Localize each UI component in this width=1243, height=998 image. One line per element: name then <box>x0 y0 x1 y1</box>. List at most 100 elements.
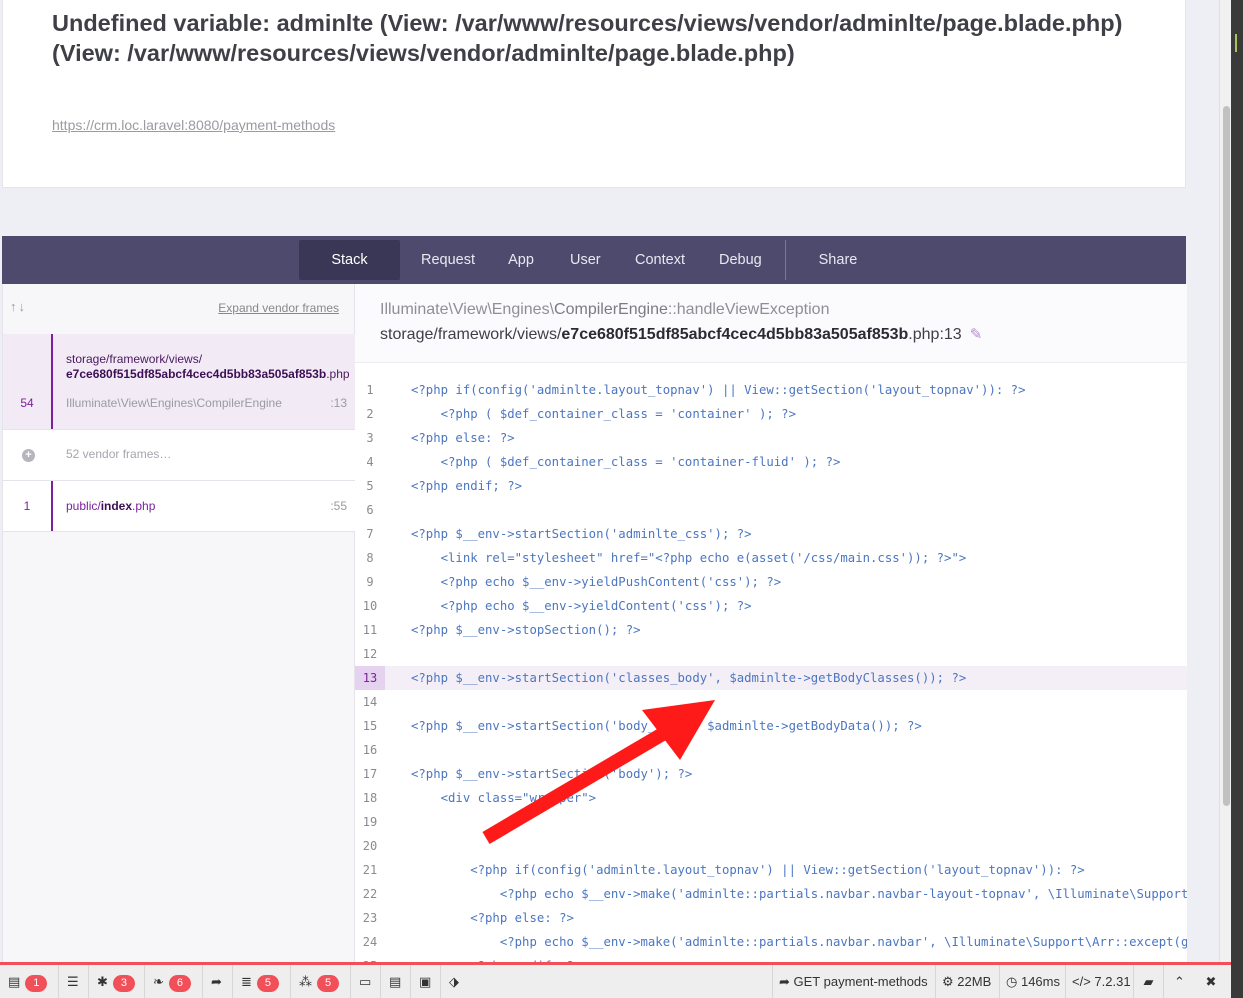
badge: 3 <box>112 975 136 992</box>
stack-frames-sidebar: ↑↓ Expand vendor frames 54 storage/frame… <box>3 284 355 964</box>
code-text: <?php echo $__env->yieldContent('css'); … <box>411 599 752 613</box>
expand-vendor-frames-link[interactable]: Expand vendor frames <box>218 301 339 315</box>
frame-path: storage/framework/views/ e7ce680f515df85… <box>66 352 350 382</box>
code-text: <?php echo $__env->make('adminlte::parti… <box>411 887 1187 901</box>
scrollbar-thumb[interactable] <box>1223 106 1230 806</box>
code-text: <?php endif; ?> <box>411 479 523 493</box>
code-text: <link rel="stylesheet" href="<?php echo … <box>411 551 967 565</box>
frame-path: public/index.php <box>66 499 155 514</box>
class-name: CompilerEngine <box>554 301 668 318</box>
debugbar-memory[interactable]: ⚙ 22MB <box>935 965 997 998</box>
code-viewer: 1 <?php if(config('adminlte.layout_topnav… <box>355 364 1187 964</box>
debugbar-time[interactable]: ◷ 146ms <box>999 965 1066 998</box>
code-line: 18 <div class="wrapper"> <box>355 786 1187 810</box>
debugbar-models[interactable]: ⁂ 5 <box>291 965 351 998</box>
code-line: 15 <?php $__env->startSection('body_data'… <box>355 714 1187 738</box>
route-text: GET payment-methods <box>793 974 928 989</box>
line-number: 13 <box>355 666 385 690</box>
debugbar-views[interactable]: ❧ 6 <box>145 965 203 998</box>
close-icon: ✖ <box>1205 974 1217 989</box>
tab-stack-trace[interactable]: Stack trace <box>299 240 400 308</box>
vendor-frames-label: 52 vendor frames… <box>66 447 172 461</box>
chevron-up-icon: ⌃ <box>1174 974 1185 989</box>
frame-path-file: e7ce680f515df85abcf4cec4d5bb83a505af853b <box>66 367 327 381</box>
stack-frame[interactable]: 1 public/index.php :55 <box>3 481 355 532</box>
debugbar-route[interactable]: ➦ <box>203 965 233 998</box>
tab-share[interactable]: Share➦ <box>793 240 883 308</box>
code-text: <?php if(config('adminlte.layout_topnav'… <box>411 863 1085 877</box>
line-number: 5 <box>366 479 374 493</box>
debugbar-session[interactable]: ▣ <box>411 965 441 998</box>
clock-icon: ◷ <box>1006 974 1021 989</box>
debugbar-queries[interactable]: ≣ 5 <box>233 965 291 998</box>
debugbar-route-info[interactable]: ➦ GET payment-methods <box>772 965 934 998</box>
folder-open-icon: ▰ <box>1143 974 1154 989</box>
debugbar-open-button[interactable]: ▰ <box>1133 965 1163 998</box>
frame-accent-bar <box>51 334 53 429</box>
memory-text: 22MB <box>957 974 992 989</box>
code-panel: Illuminate\View\Engines\CompilerEngine::… <box>355 284 1187 964</box>
line-number: 11 <box>362 623 378 637</box>
frame-path-ext: .php <box>326 367 350 381</box>
debugbar-exceptions[interactable]: ✱ 3 <box>89 965 145 998</box>
code-line: 24 <?php echo $__env->make('adminlte::pa… <box>355 930 1187 954</box>
debugbar-php-version[interactable]: </> 7.2.31 <box>1065 965 1137 998</box>
debugbar-timeline[interactable]: ☰ <box>59 965 89 998</box>
code-line: 2 <?php ( $def_container_class = 'contai… <box>355 402 1187 426</box>
code-text: <?php if(config('adminlte.layout_topnav'… <box>411 383 1026 397</box>
badge: 5 <box>317 975 340 992</box>
code-line: 12 <box>355 642 1187 666</box>
tab-separator <box>785 240 786 280</box>
code-line: 6 <box>355 498 1187 522</box>
code-line: 3 <?php else: ?> <box>355 426 1187 450</box>
code-line: 4 <?php ( $def_container_class = 'contai… <box>355 450 1187 474</box>
debugbar-minimize-button[interactable]: ⌃ <box>1163 965 1195 998</box>
line-number: 12 <box>362 647 378 661</box>
debugbar-messages[interactable]: ▤ 1 <box>0 965 59 998</box>
frame-number: 54 <box>20 396 34 410</box>
archive-icon: ▣ <box>419 974 432 989</box>
line-number: 22 <box>362 887 378 901</box>
plus-icon: + <box>22 449 35 462</box>
cogs-icon: ⚙ <box>942 974 958 989</box>
line-number: 9 <box>366 575 374 589</box>
code-line: 5 <?php endif; ?> <box>355 474 1187 498</box>
code-line: 17 <?php $__env->startSection('body'); ?> <box>355 762 1187 786</box>
page-scrollbar[interactable] <box>1219 0 1231 962</box>
code-line: 22 <?php echo $__env->make('adminlte::pa… <box>355 882 1187 906</box>
debugbar-request[interactable]: ▤ <box>381 965 411 998</box>
database-icon: ≣ <box>241 974 252 989</box>
tab-context[interactable]: Context <box>619 240 700 280</box>
error-title: Undefined variable: adminlte (View: /var… <box>52 10 1123 66</box>
line-number: 8 <box>366 551 374 565</box>
code-text: <?php $__env->startSection('body_data', … <box>411 719 922 733</box>
php-version-text: 7.2.31 <box>1094 974 1131 989</box>
debugbar-tags[interactable]: ⬗ <box>441 965 471 998</box>
share-arrow-icon: ➦ <box>211 974 222 989</box>
sort-arrows-icon[interactable]: ↑↓ <box>10 299 27 314</box>
line-number: 21 <box>362 863 378 877</box>
frame-path-dir: storage/framework/views/ <box>66 352 203 366</box>
tab-user[interactable]: User <box>554 240 615 280</box>
page: Undefined variable: adminlte (View: /var… <box>0 0 1243 998</box>
tab-debug[interactable]: Debug <box>703 240 777 280</box>
stack-frame-selected[interactable]: 54 storage/framework/views/ e7ce680f515d… <box>3 334 355 430</box>
debugbar-close-button[interactable]: ✖ <box>1195 965 1227 998</box>
edit-pencil-icon[interactable]: ✎ <box>970 325 983 343</box>
tab-app[interactable]: App <box>492 240 550 280</box>
tab-request[interactable]: Request <box>405 240 487 280</box>
line-number: 16 <box>362 743 378 757</box>
code-line: 13 <?php $__env->startSection('classes_bo… <box>355 666 1187 690</box>
debugbar-mails[interactable]: ▭ <box>351 965 381 998</box>
class-method: ::handleViewException <box>667 301 830 318</box>
code-line: 16 <box>355 738 1187 762</box>
code-text: <?php ( $def_container_class = 'containe… <box>411 455 841 469</box>
class-namespace: Illuminate\View\Engines\ <box>380 301 555 318</box>
file-name: e7ce680f515df85abcf4cec4d5bb83a505af853b <box>561 326 909 343</box>
error-url-link[interactable]: https://crm.loc.laravel:8080/payment-met… <box>52 117 335 133</box>
route-icon: ➦ <box>779 974 794 989</box>
main-panel: ↑↓ Expand vendor frames 54 storage/frame… <box>2 284 1187 964</box>
code-line: 8 <link rel="stylesheet" href="<?php ech… <box>355 546 1187 570</box>
vendor-frames-toggle[interactable]: + 52 vendor frames… <box>3 430 355 481</box>
line-number: 2 <box>366 407 374 421</box>
